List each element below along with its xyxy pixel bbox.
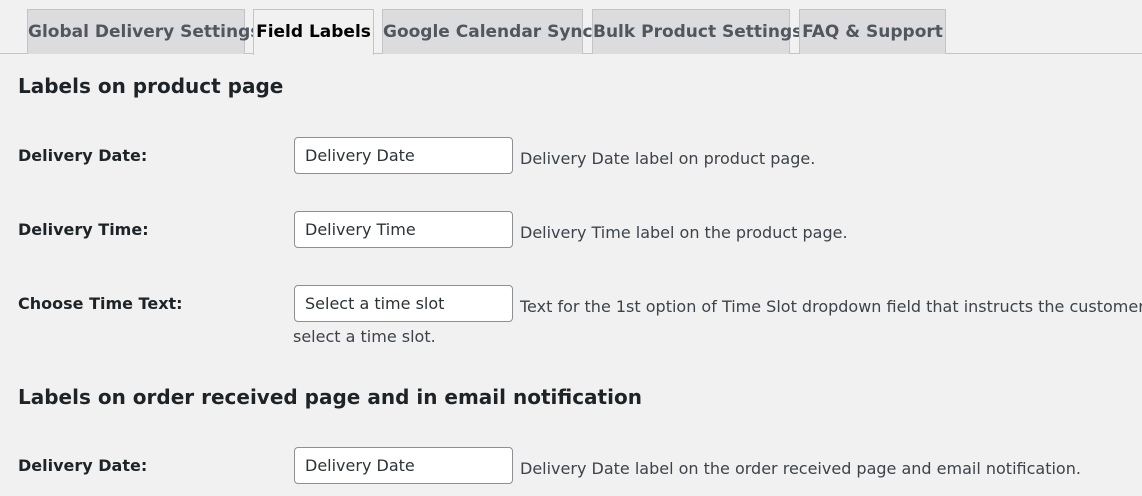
- order-delivery-date-label-input[interactable]: [294, 447, 513, 484]
- field-label-choose-time-text: Choose Time Text:: [18, 294, 183, 313]
- field-label-delivery-time: Delivery Time:: [18, 220, 149, 239]
- delivery-date-description: Delivery Date label on product page.: [520, 149, 816, 168]
- choose-time-text-description: Text for the 1st option of Time Slot dro…: [520, 297, 1142, 316]
- choose-time-text-description-continued: select a time slot.: [293, 327, 436, 346]
- order-delivery-date-description: Delivery Date label on the order receive…: [520, 459, 1081, 478]
- tab-google-calendar-sync[interactable]: Google Calendar Sync: [382, 9, 593, 54]
- tab-faq-support[interactable]: FAQ & Support: [799, 9, 946, 54]
- delivery-time-label-input[interactable]: [294, 211, 513, 248]
- delivery-time-description: Delivery Time label on the product page.: [520, 223, 848, 242]
- section-title-product-page: Labels on product page: [18, 74, 284, 98]
- tab-field-labels[interactable]: Field Labels: [253, 9, 374, 55]
- choose-time-text-input[interactable]: [294, 285, 513, 322]
- field-label-delivery-date: Delivery Date:: [18, 146, 148, 165]
- field-label-order-delivery-date: Delivery Date:: [18, 456, 148, 475]
- tab-global-delivery-settings[interactable]: Global Delivery Settings: [27, 9, 260, 54]
- tab-bulk-product-settings[interactable]: Bulk Product Settings: [592, 9, 802, 54]
- settings-tab-bar: Global Delivery Settings Field Labels Go…: [0, 0, 1142, 55]
- delivery-date-label-input[interactable]: [294, 137, 513, 174]
- section-title-order-email: Labels on order received page and in ema…: [18, 385, 642, 409]
